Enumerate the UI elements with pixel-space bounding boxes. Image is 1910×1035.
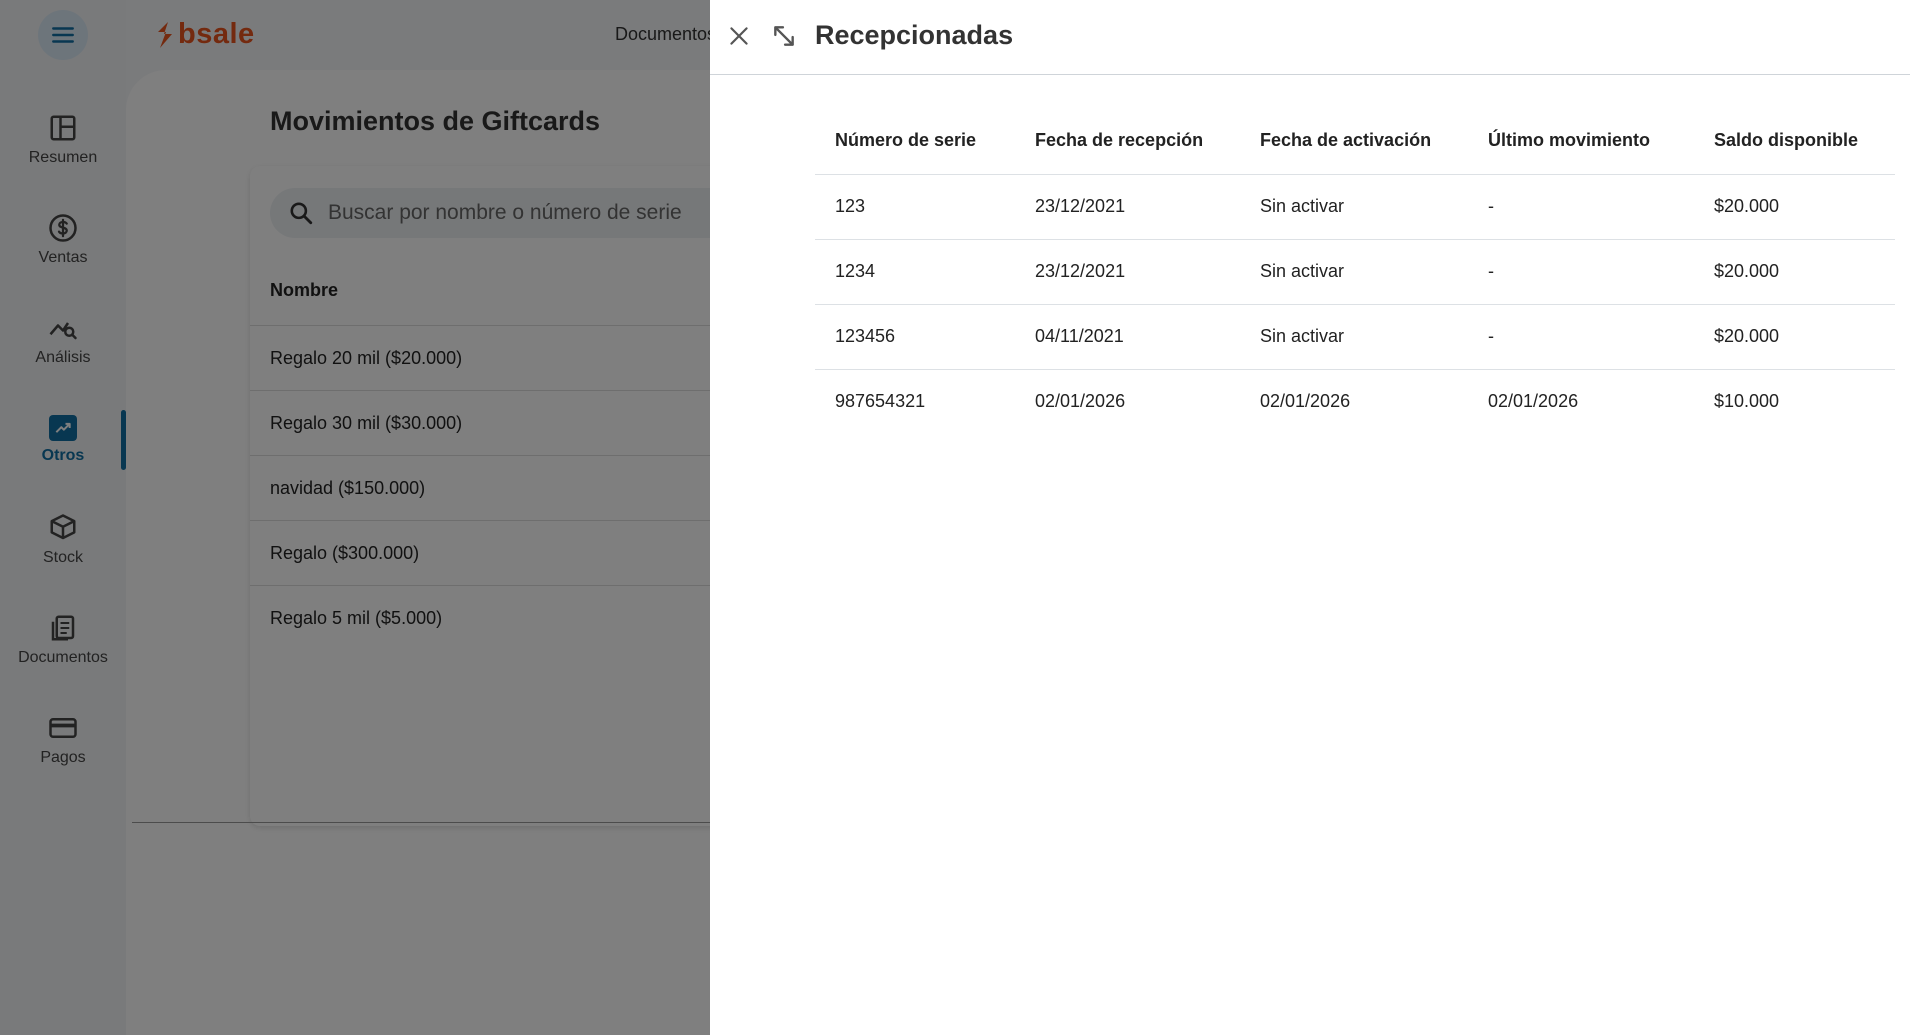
serial-number: 1234 bbox=[815, 239, 1015, 305]
activation-date: Sin activar bbox=[1240, 304, 1468, 370]
available-balance: $20.000 bbox=[1694, 239, 1895, 305]
close-icon bbox=[730, 27, 748, 45]
table-row[interactable]: 123 23/12/2021 Sin activar - $20.000 bbox=[815, 174, 1895, 240]
column-header[interactable]: Fecha de activación bbox=[1240, 108, 1468, 175]
expand-button[interactable] bbox=[766, 18, 802, 54]
available-balance: $20.000 bbox=[1694, 304, 1895, 370]
activation-date: Sin activar bbox=[1240, 174, 1468, 240]
last-movement: - bbox=[1468, 304, 1694, 370]
available-balance: $10.000 bbox=[1714, 391, 1780, 412]
activation-date: 02/01/2026 bbox=[1260, 391, 1351, 412]
column-header[interactable]: Fecha de recepción bbox=[1015, 108, 1240, 175]
recepcionadas-drawer: Recepcionadas Número de serie Fecha de r… bbox=[710, 0, 1910, 1035]
close-button[interactable] bbox=[721, 18, 757, 54]
available-balance: $20.000 bbox=[1694, 174, 1895, 240]
drawer-header: Recepcionadas bbox=[710, 0, 1910, 75]
serial-number: 123456 bbox=[815, 304, 1015, 370]
column-header[interactable]: Número de serie bbox=[815, 108, 1015, 175]
serial-number: 987654321 bbox=[835, 391, 926, 412]
serial-number: 123 bbox=[815, 174, 1015, 240]
reception-date: 04/11/2021 bbox=[1015, 304, 1240, 370]
table-row[interactable]: 987654321 02/01/2026 02/01/2026 02/01/20… bbox=[815, 369, 1895, 434]
recepcionadas-table: Número de serie Fecha de recepción Fecha… bbox=[815, 108, 1895, 434]
last-movement: 02/01/2026 bbox=[1488, 391, 1579, 412]
table-row[interactable]: 1234 23/12/2021 Sin activar - $20.000 bbox=[815, 239, 1895, 305]
column-header[interactable]: Saldo disponible bbox=[1694, 108, 1895, 175]
table-row[interactable]: 123456 04/11/2021 Sin activar - $20.000 bbox=[815, 304, 1895, 370]
last-movement: - bbox=[1468, 174, 1694, 240]
drawer-title: Recepcionadas bbox=[815, 20, 1014, 50]
table-header-row: Número de serie Fecha de recepción Fecha… bbox=[815, 108, 1895, 175]
column-header[interactable]: Último movimiento bbox=[1468, 108, 1694, 175]
reception-date: 23/12/2021 bbox=[1015, 174, 1240, 240]
reception-date: 23/12/2021 bbox=[1015, 239, 1240, 305]
reception-date: 02/01/2026 bbox=[1035, 391, 1126, 412]
expand-arrows-icon bbox=[774, 26, 794, 46]
activation-date: Sin activar bbox=[1240, 239, 1468, 305]
last-movement: - bbox=[1468, 239, 1694, 305]
